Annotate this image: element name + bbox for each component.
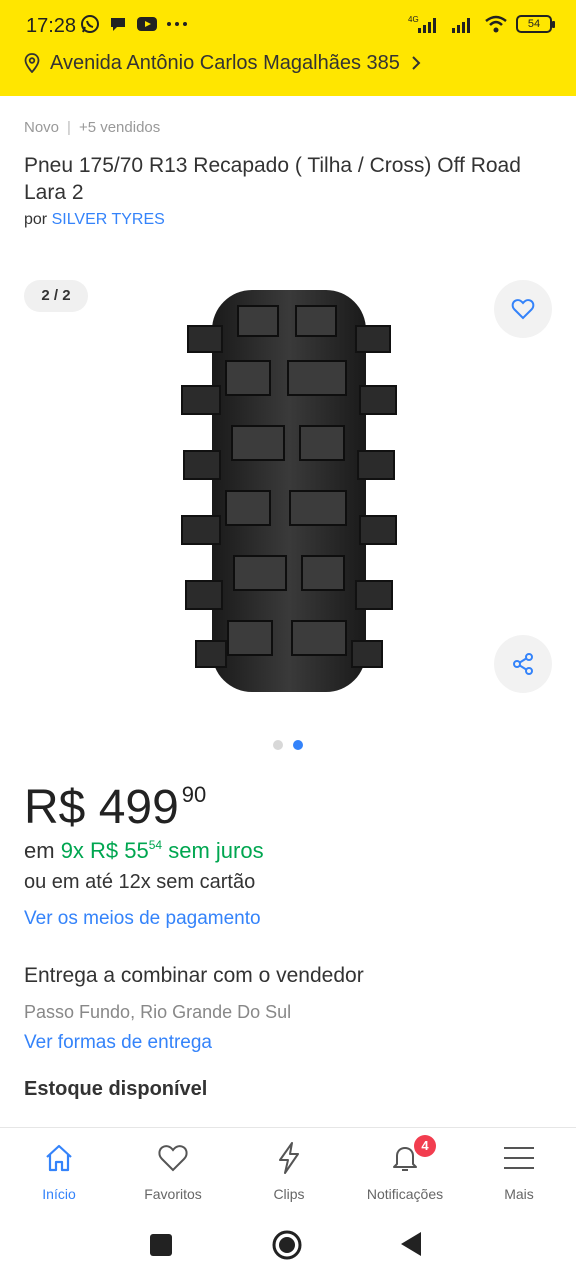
battery-icon: 54 (516, 15, 555, 33)
heart-icon (158, 1145, 188, 1172)
youtube-icon (137, 17, 157, 31)
seller-prefix: por (24, 211, 48, 228)
nav-label-favorites: Favoritos (144, 1186, 202, 1202)
pagination-dot-active[interactable] (293, 740, 303, 750)
installment-cents: 54 (148, 838, 163, 852)
pagination-dot[interactable] (273, 740, 283, 750)
nav-label-clips: Clips (273, 1186, 305, 1202)
product-sold-count: +5 vendidos (78, 119, 161, 136)
address-text: Avenida Antônio Carlos Magalhães 385 (50, 51, 400, 74)
nav-item-notifications[interactable]: 4 Notificações (350, 1135, 460, 1202)
product-image-tyre (181, 290, 397, 692)
home-icon (46, 1144, 72, 1172)
nav-label-home: Início (42, 1186, 76, 1202)
wifi-icon (485, 15, 507, 33)
stock-label: Estoque disponível (24, 1078, 208, 1100)
nav-item-more[interactable]: Mais (464, 1140, 574, 1202)
nav-item-favorites[interactable]: Favoritos (118, 1140, 228, 1202)
product-gallery[interactable]: 2 / 2 (0, 262, 576, 732)
lightning-icon (279, 1142, 299, 1174)
battery-level: 54 (527, 18, 541, 30)
signal-icon (452, 18, 470, 33)
favorite-button[interactable] (494, 280, 552, 338)
status-time: 17:28 (26, 15, 77, 37)
status-system-icons: 4G 54 (408, 14, 555, 34)
nav-label-notifications: Notificações (366, 1186, 444, 1202)
back-icon[interactable] (399, 1231, 423, 1257)
nav-item-home[interactable]: Início (4, 1140, 114, 1202)
price: R$ 499 90 (24, 780, 206, 836)
price-cents: 90 (181, 782, 207, 807)
recent-apps-icon[interactable] (149, 1233, 173, 1257)
alt-installment: ou em até 12x sem cartão (24, 871, 256, 893)
share-button[interactable] (494, 635, 552, 693)
signal-4g-icon: 4G (408, 15, 436, 33)
product-title: Pneu 175/70 R13 Recapado ( Tilha / Cross… (24, 154, 521, 204)
delivery-text: Entrega a combinar com o vendedor (24, 964, 364, 987)
seller-link[interactable]: SILVER TYRES (52, 211, 165, 228)
installment-amount: 9x R$ 55 (60, 838, 149, 863)
delivery-address[interactable]: Avenida Antônio Carlos Magalhães 385 (24, 49, 422, 77)
product-condition: Novo (24, 119, 60, 136)
location-pin-icon (24, 53, 40, 73)
product-meta: Novo | +5 vendidos (24, 119, 160, 136)
gallery-pagination (0, 740, 576, 750)
heart-icon (511, 299, 535, 320)
bottom-navigation: Início Favoritos Clips 4 Notificações Ma… (0, 1127, 576, 1212)
nav-label-more: Mais (504, 1186, 534, 1202)
notification-badge: 4 (414, 1135, 436, 1157)
delivery-options-link[interactable]: Ver formas de entrega (24, 1032, 212, 1054)
status-notification-icons (80, 14, 188, 34)
share-icon (513, 653, 533, 675)
image-counter: 2 / 2 (24, 280, 88, 312)
whatsapp-icon (81, 15, 99, 33)
home-circle-icon[interactable] (271, 1229, 303, 1261)
seller-line: por SILVER TYRES (24, 211, 165, 229)
menu-icon (504, 1147, 534, 1169)
nav-item-clips[interactable]: Clips (234, 1140, 344, 1202)
meta-separator: | (67, 119, 71, 136)
chat-icon (111, 18, 125, 31)
payment-methods-link[interactable]: Ver os meios de pagamento (24, 908, 261, 930)
installment-line: em 9x R$ 5554 sem juros (24, 838, 264, 864)
price-main: R$ 499 (24, 781, 179, 834)
seller-location: Passo Fundo, Rio Grande Do Sul (24, 1002, 292, 1022)
installment-amount-group: 9x R$ 5554 sem juros (61, 838, 264, 863)
status-bar: 17:28 4G 54 (0, 0, 576, 48)
network-label: 4G (408, 15, 419, 24)
system-navigation (0, 1212, 576, 1280)
installment-suffix: sem juros (168, 838, 264, 863)
top-header: 17:28 4G 54 Avenida Antônio Carlos Magal… (0, 0, 576, 96)
installment-prefix: em (24, 838, 55, 863)
chevron-right-icon (412, 56, 421, 70)
more-dots-icon (167, 22, 187, 26)
